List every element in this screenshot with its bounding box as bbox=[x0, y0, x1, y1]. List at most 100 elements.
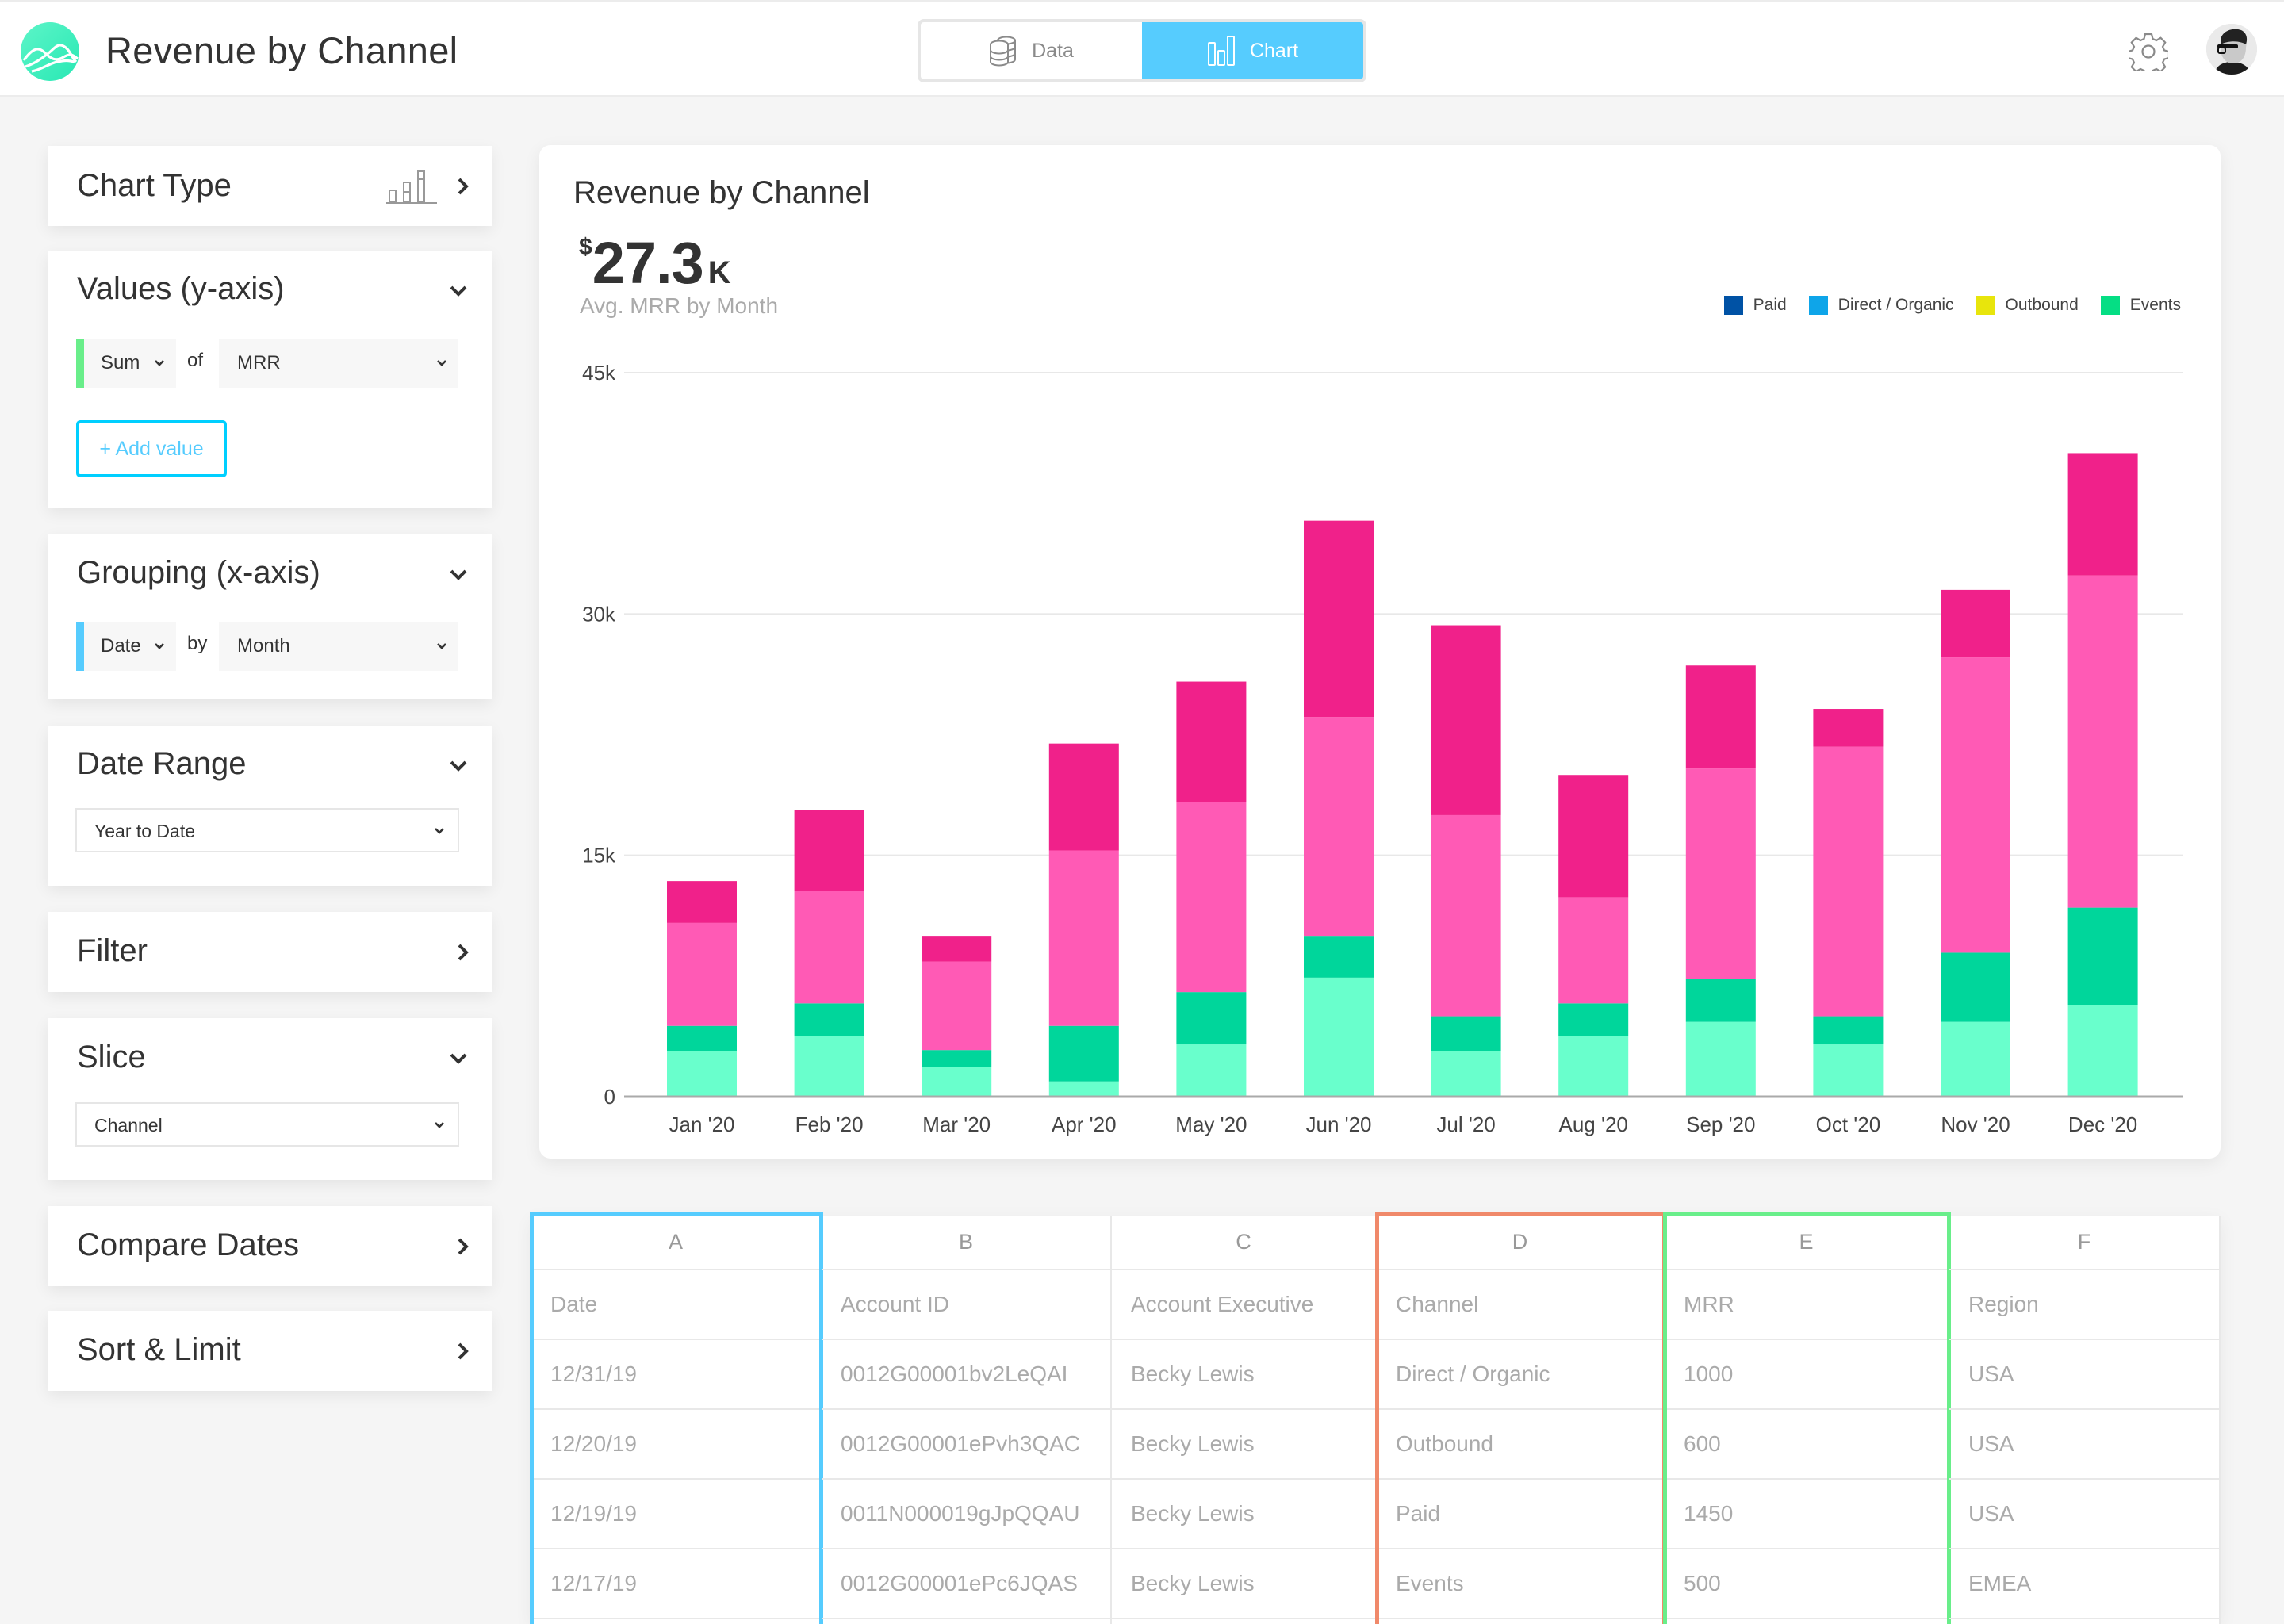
column-header[interactable]: MRR bbox=[1665, 1270, 1949, 1340]
bar-segment[interactable] bbox=[1048, 1081, 1119, 1097]
slice-panel-header[interactable]: Slice bbox=[48, 1018, 492, 1090]
table-cell[interactable]: Events bbox=[1377, 1549, 1665, 1619]
bar-segment[interactable] bbox=[1558, 897, 1629, 1004]
aggregate-select[interactable]: Sum bbox=[76, 339, 176, 388]
table-cell[interactable]: Outbound bbox=[1377, 1410, 1665, 1480]
bar-segment[interactable] bbox=[1176, 1044, 1247, 1097]
bar-segment[interactable] bbox=[1176, 992, 1247, 1045]
bar-segment[interactable] bbox=[1304, 936, 1374, 978]
table-cell[interactable]: 12/31/19 bbox=[531, 1340, 822, 1410]
column-header[interactable]: Region bbox=[1949, 1270, 2221, 1340]
bar-segment[interactable] bbox=[1558, 775, 1629, 898]
bar-segment[interactable] bbox=[922, 961, 992, 1051]
table-cell[interactable]: 0011N000019gJpQQAU bbox=[822, 1480, 1112, 1549]
bar-segment[interactable] bbox=[794, 1036, 864, 1097]
table-cell[interactable]: Becky Lewis bbox=[1112, 1480, 1377, 1549]
compare-dates-panel[interactable]: Compare Dates bbox=[48, 1206, 492, 1286]
bar-segment[interactable] bbox=[1813, 709, 1884, 747]
bar-segment[interactable] bbox=[1941, 1021, 2010, 1097]
bar-segment[interactable] bbox=[1941, 589, 2010, 658]
column-letter[interactable]: A bbox=[531, 1216, 822, 1270]
column-letter[interactable]: C bbox=[1112, 1216, 1377, 1270]
column-letter[interactable]: F bbox=[1949, 1216, 2221, 1270]
table-column[interactable]: F Region USA USA USA EMEA bbox=[1949, 1216, 2221, 1624]
bar-segment[interactable] bbox=[1304, 977, 1374, 1097]
group-field-select[interactable]: Date bbox=[76, 622, 176, 671]
bar-segment[interactable] bbox=[1431, 814, 1501, 1017]
date-range-panel-header[interactable]: Date Range bbox=[48, 726, 492, 797]
bar-segment[interactable] bbox=[2067, 1005, 2138, 1097]
bar-segment[interactable] bbox=[1176, 681, 1247, 802]
bar-segment[interactable] bbox=[667, 881, 737, 923]
table-cell[interactable]: 600 bbox=[1665, 1410, 1949, 1480]
table-cell[interactable]: Becky Lewis bbox=[1112, 1549, 1377, 1619]
column-letter[interactable]: B bbox=[822, 1216, 1112, 1270]
column-header[interactable]: Account ID bbox=[822, 1270, 1112, 1340]
bar-segment[interactable] bbox=[667, 1051, 737, 1097]
value-field-select[interactable]: MRR bbox=[219, 339, 458, 388]
table-cell[interactable]: 0012G00001ePvh3QAC bbox=[822, 1410, 1112, 1480]
table-column[interactable]: E MRR 1000 600 1450 500 bbox=[1665, 1216, 1949, 1624]
chart-view-button[interactable]: Chart bbox=[1142, 22, 1363, 79]
bar-segment[interactable] bbox=[1941, 952, 2010, 1022]
date-range-select[interactable]: Year to Date bbox=[75, 808, 459, 852]
bar-segment[interactable] bbox=[1685, 979, 1756, 1022]
bar-segment[interactable] bbox=[1431, 1051, 1501, 1097]
table-column[interactable]: C Account Executive Becky Lewis Becky Lewis… bbox=[1112, 1216, 1377, 1624]
data-view-button[interactable]: Data bbox=[921, 22, 1142, 79]
bar-segment[interactable] bbox=[922, 1050, 992, 1067]
bar-segment[interactable] bbox=[667, 922, 737, 1026]
table-cell[interactable]: EMEA bbox=[1949, 1549, 2221, 1619]
bar-segment[interactable] bbox=[1048, 1025, 1119, 1082]
bar-segment[interactable] bbox=[794, 810, 864, 891]
bar-segment[interactable] bbox=[1685, 665, 1756, 769]
table-cell[interactable]: 0012G00001ePc6JQAS bbox=[822, 1549, 1112, 1619]
bar-segment[interactable] bbox=[1304, 717, 1374, 937]
column-letter[interactable]: E bbox=[1665, 1216, 1949, 1270]
gear-icon[interactable] bbox=[2129, 32, 2168, 71]
bar-segment[interactable] bbox=[794, 1003, 864, 1036]
slice-select[interactable]: Channel bbox=[75, 1102, 459, 1147]
table-cell[interactable]: 12/17/19 bbox=[531, 1549, 822, 1619]
bar-segment[interactable] bbox=[667, 1025, 737, 1051]
wave-logo-icon[interactable] bbox=[21, 22, 79, 81]
bar-segment[interactable] bbox=[1558, 1036, 1629, 1097]
bar-segment[interactable] bbox=[2067, 575, 2138, 908]
column-header[interactable]: Date bbox=[531, 1270, 822, 1340]
bar-segment[interactable] bbox=[1813, 1044, 1884, 1097]
table-cell[interactable]: Becky Lewis bbox=[1112, 1340, 1377, 1410]
bar-segment[interactable] bbox=[2067, 907, 2138, 1005]
table-column[interactable]: B Account ID 0012G00001bv2LeQAI 0012G00001e… bbox=[822, 1216, 1112, 1624]
bar-segment[interactable] bbox=[922, 936, 992, 962]
bar-segment[interactable] bbox=[922, 1067, 992, 1097]
table-cell[interactable]: 12/19/19 bbox=[531, 1480, 822, 1549]
column-header[interactable]: Account Executive bbox=[1112, 1270, 1377, 1340]
bar-segment[interactable] bbox=[1813, 1016, 1884, 1045]
values-panel-header[interactable]: Values (y-axis) bbox=[48, 251, 492, 322]
column-header[interactable]: Channel bbox=[1377, 1270, 1665, 1340]
table-cell[interactable]: Direct / Organic bbox=[1377, 1340, 1665, 1410]
bar-segment[interactable] bbox=[1304, 520, 1374, 718]
bar-segment[interactable] bbox=[1685, 768, 1756, 979]
column-letter[interactable]: D bbox=[1377, 1216, 1665, 1270]
add-value-button[interactable]: + Add value bbox=[76, 420, 227, 477]
bar-segment[interactable] bbox=[1813, 746, 1884, 1017]
sort-limit-panel[interactable]: Sort & Limit bbox=[48, 1311, 492, 1391]
table-cell[interactable]: 1000 bbox=[1665, 1340, 1949, 1410]
bar-segment[interactable] bbox=[1048, 743, 1119, 851]
bar-segment[interactable] bbox=[1431, 1016, 1501, 1051]
chart-type-panel[interactable]: Chart Type bbox=[48, 146, 492, 226]
table-cell[interactable]: 0012G00001bv2LeQAI bbox=[822, 1340, 1112, 1410]
bar-segment[interactable] bbox=[1558, 1003, 1629, 1036]
filter-panel[interactable]: Filter bbox=[48, 912, 492, 992]
bar-segment[interactable] bbox=[1176, 802, 1247, 993]
table-cell[interactable]: USA bbox=[1949, 1410, 2221, 1480]
group-interval-select[interactable]: Month bbox=[219, 622, 458, 671]
table-cell[interactable]: Becky Lewis bbox=[1112, 1410, 1377, 1480]
table-cell[interactable]: USA bbox=[1949, 1480, 2221, 1549]
bar-segment[interactable] bbox=[1431, 625, 1501, 815]
user-avatar[interactable] bbox=[2206, 24, 2257, 75]
table-cell[interactable]: Paid bbox=[1377, 1480, 1665, 1549]
bar-segment[interactable] bbox=[2067, 453, 2138, 576]
table-column[interactable]: A Date 12/31/19 12/20/19 12/19/19 12/17/19 bbox=[531, 1216, 822, 1624]
